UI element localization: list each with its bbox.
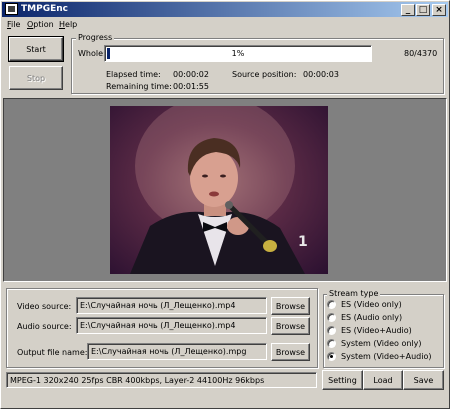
performer-image <box>130 106 305 274</box>
audio-browse-button[interactable]: Browse <box>271 317 310 335</box>
elapsed-label: Elapsed time: <box>106 70 161 79</box>
remaining-value: 00:01:55 <box>173 82 209 91</box>
stream-type-label: Stream type <box>327 289 381 299</box>
video-preview: 1 <box>110 106 328 274</box>
stream-option-label: ES (Audio only) <box>341 313 403 322</box>
encode-settings-summary: MPEG-1 320x240 25fps CBR 400kbps, Layer-… <box>6 372 317 388</box>
elapsed-value: 00:00:02 <box>173 70 209 79</box>
channel-logo: 1 <box>298 234 308 250</box>
stream-option-label: System (Video only) <box>341 339 422 348</box>
stop-button[interactable]: Stop <box>9 66 63 90</box>
progress-percent: 1% <box>231 49 245 58</box>
audio-source-field[interactable]: E:\Случайная ночь (Л_Лещенко).mp4 <box>76 317 267 334</box>
video-source-label: Video source: <box>17 302 72 311</box>
stream-option-system-video[interactable]: System (Video only) <box>327 338 442 350</box>
radio-button[interactable] <box>327 339 336 348</box>
stream-option-es-audio[interactable]: ES (Audio only) <box>327 312 442 324</box>
radio-button[interactable] <box>327 300 336 309</box>
output-file-field[interactable]: E:\Случайная ночь (Л_Лещенко).mpg <box>87 343 267 360</box>
start-button[interactable]: Start <box>8 36 64 62</box>
progress-group-label: Progress <box>76 33 115 43</box>
save-button[interactable]: Save <box>403 370 444 390</box>
close-button[interactable]: × <box>432 4 446 16</box>
stream-option-label: ES (Video only) <box>341 300 402 309</box>
whole-label: Whole: <box>78 49 106 58</box>
menu-help[interactable]: Help <box>59 19 77 31</box>
remaining-label: Remaining time: <box>106 82 172 91</box>
menu-option[interactable]: Option <box>27 19 54 31</box>
source-position-value: 00:00:03 <box>303 70 339 79</box>
stream-option-es-video-audio[interactable]: ES (Video+Audio) <box>327 325 442 337</box>
frame-counter: 80/4370 <box>404 49 438 58</box>
stream-option-es-video[interactable]: ES (Video only) <box>327 299 442 311</box>
video-source-field[interactable]: E:\Случайная ночь (Л_Лещенко).mp4 <box>76 297 267 314</box>
menu-bar: File Option Help <box>2 18 448 32</box>
video-browse-button[interactable]: Browse <box>271 297 310 315</box>
maximize-button[interactable]: □ <box>416 4 430 16</box>
progress-bar: 1% <box>104 45 372 62</box>
minimize-button[interactable]: _ <box>401 4 415 16</box>
stream-option-system-video-audio[interactable]: System (Video+Audio) <box>327 351 442 363</box>
source-position-label: Source position: <box>232 70 297 79</box>
radio-button-selected[interactable] <box>327 352 336 361</box>
title-bar[interactable]: TMPGEnc _ □ × <box>2 2 448 17</box>
output-file-label: Output file name: <box>17 348 88 357</box>
output-browse-button[interactable]: Browse <box>271 343 310 361</box>
stream-option-label: System (Video+Audio) <box>341 352 432 361</box>
setting-button[interactable]: Setting <box>322 370 363 390</box>
load-button[interactable]: Load <box>363 370 403 390</box>
radio-button[interactable] <box>327 313 336 322</box>
menu-file[interactable]: File <box>7 19 20 31</box>
window-title: TMPGEnc <box>21 4 68 14</box>
stream-option-label: ES (Video+Audio) <box>341 326 412 335</box>
radio-button[interactable] <box>327 326 336 335</box>
audio-source-label: Audio source: <box>17 322 72 331</box>
app-icon[interactable] <box>5 3 18 15</box>
